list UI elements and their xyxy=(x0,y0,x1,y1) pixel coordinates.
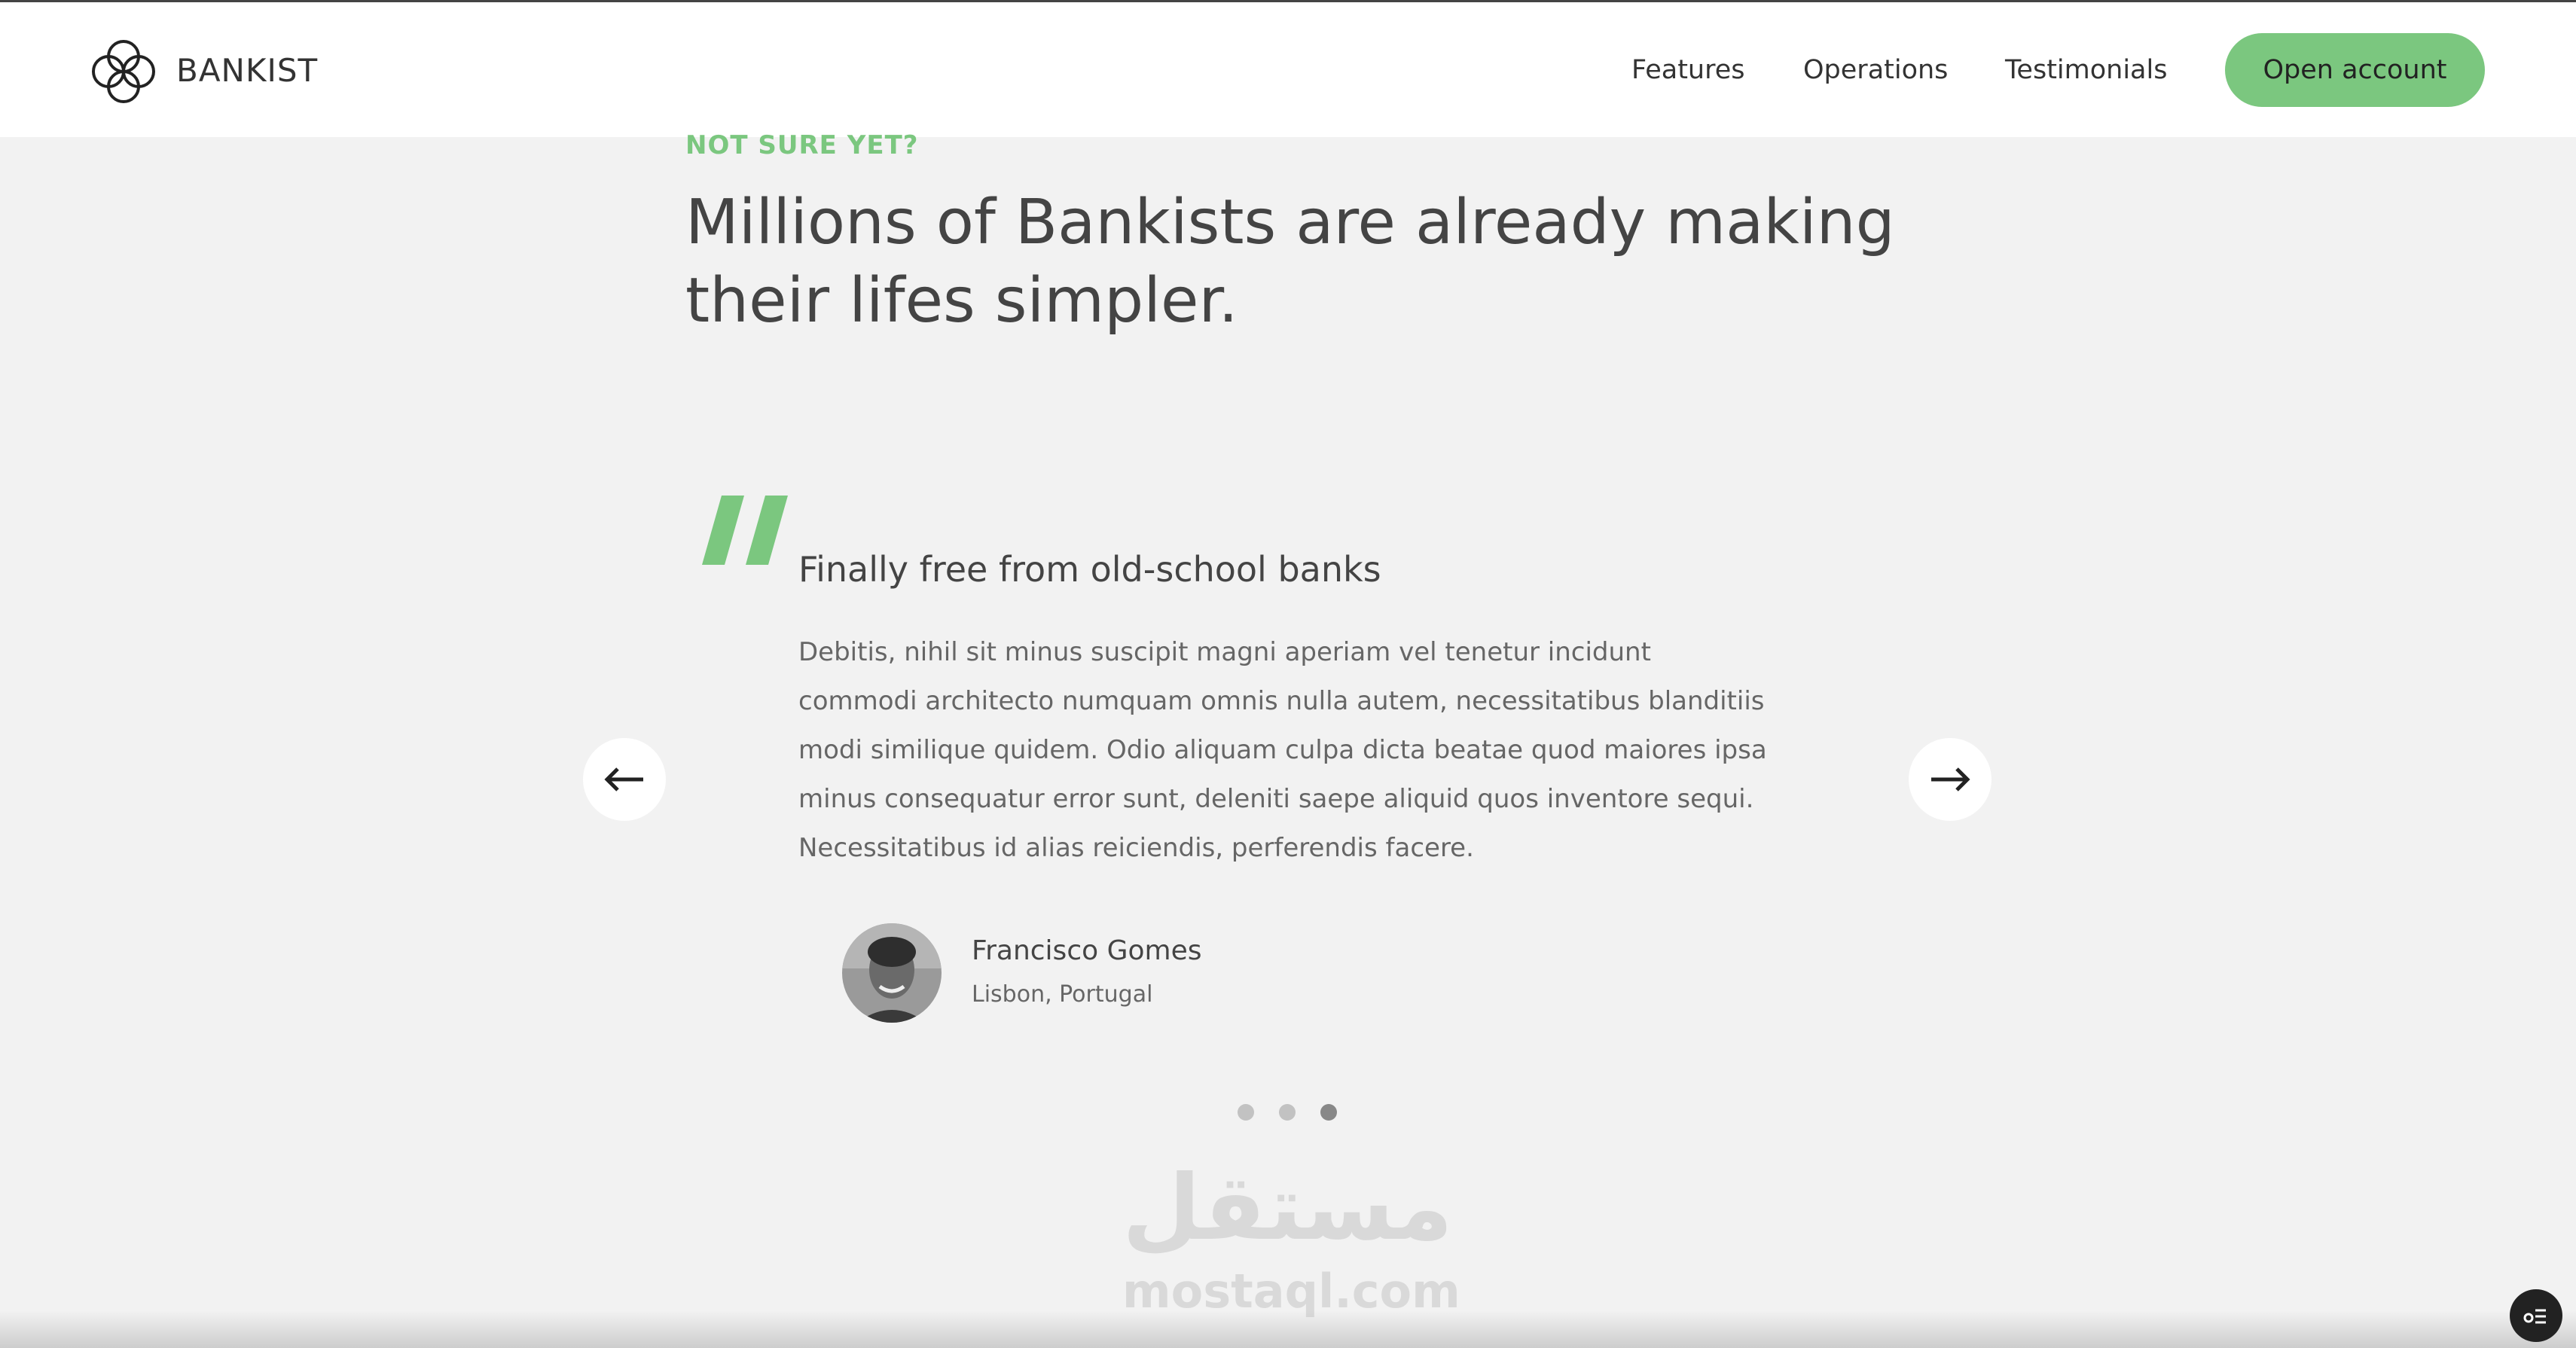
nav-link-features[interactable]: Features xyxy=(1631,53,1745,87)
section-headline: Millions of Bankists are already making … xyxy=(685,187,1895,337)
open-account-button[interactable]: Open account xyxy=(2225,33,2485,107)
nav-link-operations[interactable]: Operations xyxy=(1803,53,1948,87)
toc-icon xyxy=(2523,1309,2546,1324)
testimonial-body: Debitis, nihil sit minus suscipit magni … xyxy=(798,637,1767,863)
navbar: BANKIST Features Operations Testimonials… xyxy=(0,2,2576,137)
toc-widget-button[interactable] xyxy=(2510,1289,2562,1342)
slider-dot[interactable] xyxy=(1279,1104,1296,1121)
watermark-arabic: مستقل xyxy=(1122,1156,1453,1261)
nav-link-testimonials[interactable]: Testimonials xyxy=(2005,53,2167,87)
slider-next-button[interactable] xyxy=(1909,738,1992,821)
section-eyebrow: NOT SURE YET? xyxy=(685,130,919,160)
testimonial-title: Finally free from old-school banks xyxy=(798,549,1381,590)
arrow-right-icon xyxy=(1931,767,1970,791)
slider-prev-button[interactable] xyxy=(583,738,666,821)
bottom-shadow xyxy=(0,1310,2576,1348)
author-location: Lisbon, Portugal xyxy=(972,981,1153,1008)
slider-dot[interactable] xyxy=(1238,1104,1254,1121)
brand-name: BANKIST xyxy=(176,52,319,89)
avatar xyxy=(842,923,942,1023)
quote-mark-icon xyxy=(702,496,788,565)
bankist-logo-icon[interactable] xyxy=(87,35,160,108)
author-name: Francisco Gomes xyxy=(972,935,1202,966)
slider-dot[interactable] xyxy=(1320,1104,1337,1121)
arrow-left-icon xyxy=(604,767,643,791)
